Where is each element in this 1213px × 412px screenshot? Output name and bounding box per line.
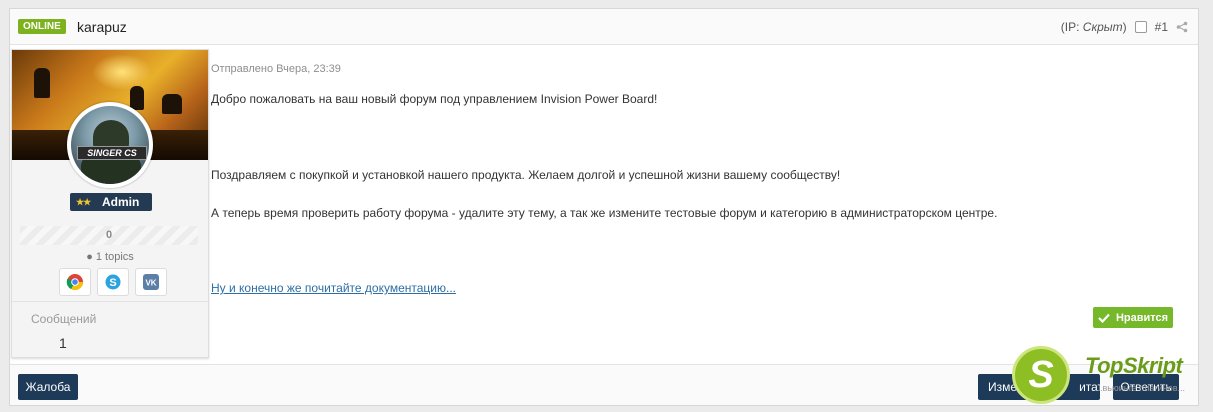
social-links: S VK [59,268,167,296]
topics-count[interactable]: ● 1 topics [12,251,208,263]
select-post-checkbox[interactable] [1134,21,1147,33]
posts-count-value: 1 [59,335,67,351]
post-paragraph: Добро пожаловать на ваш новый форум под … [211,92,658,106]
check-icon [1098,313,1110,323]
svg-text:VK: VK [145,279,156,288]
cover-figure [162,94,182,114]
ip-close: ) [1122,20,1127,34]
rank-badge: ★★ Admin [70,193,152,211]
author-sidebar: SINGER CS ★★ Admin 0 ● 1 topics S VK Соо… [11,49,209,358]
rank-label: Admin [102,195,140,209]
share-icon[interactable] [1176,21,1188,33]
svg-text:S: S [109,277,116,289]
online-badge: ONLINE [18,19,66,34]
cover-figure [34,68,50,98]
topskript-watermark: S TopSkript ...вьюинге плагинов... [1009,343,1213,407]
cover-figure [130,86,144,110]
post-date[interactable]: Отправлено Вчера, 23:39 [211,63,341,75]
watermark-logo: S [1012,346,1070,404]
chrome-icon[interactable] [59,268,91,296]
avatar-tag: SINGER CS [77,146,147,160]
like-label: Нравится [1115,311,1169,324]
post-number[interactable]: #1 [1155,20,1168,34]
watermark-brand: TopSkript [1085,353,1183,378]
author-name[interactable]: karapuz [77,19,127,35]
reputation-counter: 0 [20,226,198,245]
like-button[interactable]: Нравится [1093,307,1173,328]
post-paragraph: Поздравляем с покупкой и установкой наше… [211,168,841,182]
post-header: ONLINE karapuz (IP: Скрыт) #1 [10,9,1198,45]
ip-info: (IP: Скрыт) [1061,20,1127,34]
avatar[interactable]: SINGER CS [67,102,153,188]
ip-label: (IP: [1060,20,1083,34]
post-paragraph: А теперь время проверить работу форума -… [211,206,998,220]
watermark-subtitle: ...вьюинге плагинов... [1095,383,1186,393]
sidebar-divider [12,301,208,302]
ip-value: Скрыт [1082,20,1123,34]
rank-stars-icon: ★★ [76,196,91,207]
posts-count-label: Сообщений [31,312,97,326]
documentation-link[interactable]: Ну и конечно же почитайте документацию..… [211,281,456,295]
vk-icon[interactable]: VK [135,268,167,296]
post-meta: (IP: Скрыт) #1 [1061,20,1188,34]
cover-sun [92,54,152,90]
report-button[interactable]: Жалоба [18,374,78,400]
skype-icon[interactable]: S [97,268,129,296]
